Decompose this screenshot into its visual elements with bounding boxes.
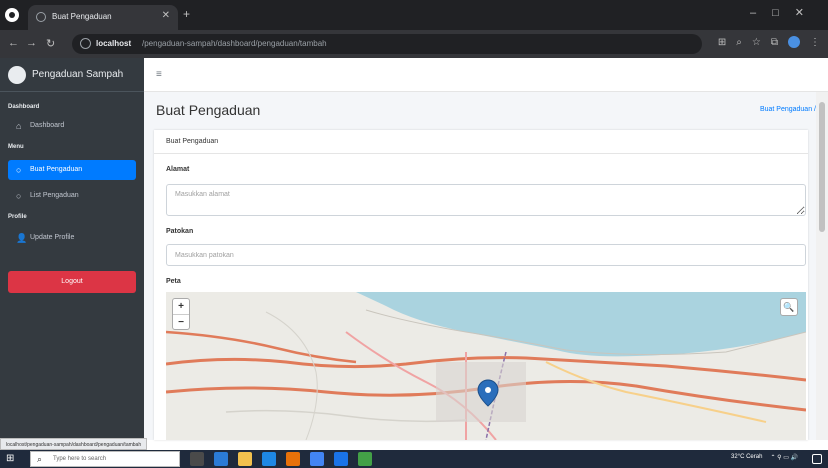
sidebar-header-dashboard: Dashboard	[8, 104, 40, 110]
url-host: localhost	[96, 39, 132, 48]
sidebar: Pengaduan Sampah Dashboard ⌂ Dashboard M…	[0, 58, 144, 440]
edge-icon[interactable]	[214, 452, 228, 466]
app-icon[interactable]	[286, 452, 300, 466]
chrome-icon[interactable]	[310, 452, 324, 466]
home-icon: ⌂	[16, 121, 22, 131]
browser-logo-icon[interactable]	[5, 8, 19, 22]
back-icon[interactable]: ←	[8, 37, 19, 49]
reload-icon[interactable]: ↻	[46, 37, 55, 50]
sidebar-item-dashboard[interactable]: ⌂ Dashboard	[8, 116, 136, 136]
browser-tab-bar: Buat Pengaduan ✕ + –□✕	[0, 0, 828, 30]
map[interactable]: + − 🔍	[166, 292, 806, 440]
tab-close-icon[interactable]: ✕	[162, 10, 170, 21]
brand-name: Pengaduan Sampah	[32, 69, 124, 80]
user-edit-icon: 👤	[16, 233, 28, 243]
windows-start-icon[interactable]: ⊞	[6, 453, 18, 465]
taskbar-search[interactable]: ⌕ Type here to search	[30, 451, 180, 467]
circle-icon: ○	[16, 191, 22, 201]
browser-menu-icon[interactable]: ⋮	[810, 37, 820, 48]
sidebar-item-buat-pengaduan[interactable]: ○ Buat Pengaduan	[8, 160, 136, 180]
page-title: Buat Pengaduan	[156, 102, 261, 118]
zoom-control: + −	[172, 298, 190, 330]
sidebar-item-list-pengaduan[interactable]: ○ List Pengaduan	[8, 186, 136, 206]
search-icon: 🔍	[783, 302, 795, 312]
sidebar-item-label: Buat Pengaduan	[30, 166, 83, 173]
card-title: Buat Pengaduan	[166, 138, 219, 145]
brand[interactable]: Pengaduan Sampah	[0, 58, 144, 92]
bookmark-star-icon[interactable]: ☆	[752, 37, 761, 48]
task-view-icon[interactable]	[190, 452, 204, 466]
tab-favicon-icon	[36, 12, 46, 22]
window-controls[interactable]: –□✕	[750, 6, 820, 19]
tab-title: Buat Pengaduan	[52, 12, 112, 21]
page-scrollbar[interactable]	[816, 92, 828, 440]
sidebar-item-update-profile[interactable]: 👤 Update Profile	[8, 228, 136, 248]
card-header: Buat Pengaduan	[154, 130, 808, 154]
tray-icons[interactable]: ⌃ ⚲ ▭ 🔊	[770, 454, 798, 461]
taskbar-apps	[190, 452, 372, 466]
alamat-field[interactable]	[166, 184, 806, 216]
brand-logo-icon	[8, 66, 26, 84]
url-path: /pengaduan-sampah/dashboard/pengaduan/ta…	[142, 39, 327, 48]
browser-toolbar: ← → ↻ localhost /pengaduan-sampah/dashbo…	[0, 30, 828, 58]
main-road	[166, 330, 357, 364]
file-explorer-icon[interactable]	[238, 452, 252, 466]
alamat-label: Alamat	[166, 166, 190, 173]
status-bar-url: localhost/pengaduan-sampah/dashboard/pen…	[0, 438, 148, 450]
minor-road	[225, 409, 467, 423]
scrollbar-thumb[interactable]	[819, 102, 825, 232]
patokan-field[interactable]	[166, 244, 806, 266]
forward-icon[interactable]: →	[26, 37, 37, 49]
zoom-in-button[interactable]: +	[173, 299, 189, 314]
logout-button[interactable]: Logout	[8, 271, 136, 293]
sidebar-item-label: List Pengaduan	[30, 192, 79, 199]
sidebar-item-label: Update Profile	[30, 234, 75, 241]
system-tray: 32°C Cerah ⌃ ⚲ ▭ 🔊	[731, 454, 798, 461]
form-card: Buat Pengaduan Alamat Patokan Peta	[154, 130, 808, 440]
map-canvas	[166, 292, 806, 440]
translate-icon[interactable]: ⊞	[718, 37, 726, 48]
sidebar-header-profile: Profile	[8, 214, 27, 220]
minor-road	[265, 311, 318, 440]
notification-icon[interactable]	[812, 454, 822, 464]
map-search-button[interactable]: 🔍	[780, 298, 798, 316]
address-bar[interactable]: localhost /pengaduan-sampah/dashboard/pe…	[72, 34, 702, 54]
taskbar-search-placeholder: Type here to search	[53, 456, 107, 462]
weather-status[interactable]: 32°C Cerah	[731, 454, 762, 461]
circle-icon: ○	[16, 165, 22, 175]
app-icon[interactable]	[358, 452, 372, 466]
profile-avatar-icon[interactable]	[788, 36, 800, 48]
peta-label: Peta	[166, 278, 181, 285]
content-wrapper: Buat Pengaduan Buat Pengaduan / Buat Pen…	[144, 92, 828, 440]
extensions-icon[interactable]: ⧉	[771, 37, 778, 48]
windows-taskbar: ⊞ ⌕ Type here to search 32°C Cerah ⌃ ⚲ ▭…	[0, 450, 828, 468]
toolbar-actions: ⊞ ⌕ ☆ ⧉ ⋮	[718, 36, 820, 48]
browser-tab[interactable]: Buat Pengaduan ✕	[28, 5, 178, 30]
app-icon[interactable]	[334, 452, 348, 466]
zoom-icon[interactable]: ⌕	[736, 37, 742, 48]
top-navbar: ≡	[144, 58, 828, 92]
sidebar-item-label: Dashboard	[30, 122, 65, 129]
search-icon: ⌕	[37, 454, 43, 464]
breadcrumb[interactable]: Buat Pengaduan /	[760, 106, 816, 113]
patokan-label: Patokan	[166, 228, 194, 235]
new-tab-icon[interactable]: +	[183, 7, 190, 21]
zoom-out-button[interactable]: −	[173, 314, 189, 329]
sidebar-header-menu: Menu	[8, 144, 24, 150]
hamburger-menu-icon[interactable]: ≡	[156, 69, 162, 80]
site-info-icon[interactable]	[80, 38, 91, 49]
store-icon[interactable]	[262, 452, 276, 466]
